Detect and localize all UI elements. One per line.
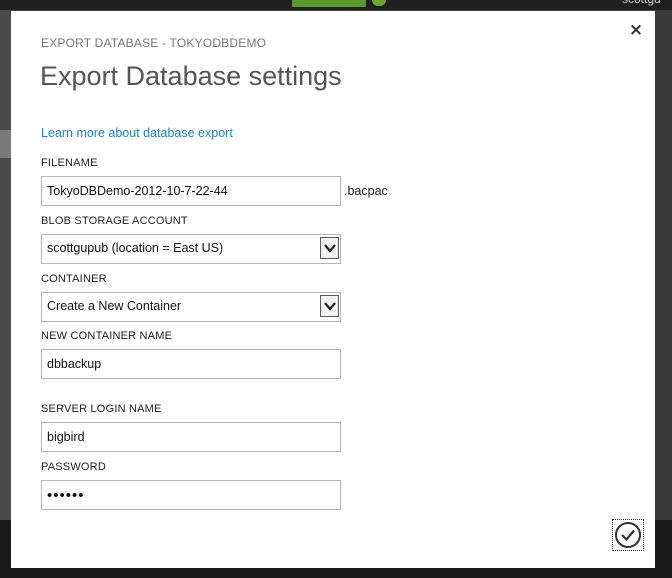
export-database-dialog: × EXPORT DATABASE - TOKYODBDEMO Export D…: [11, 11, 655, 568]
background-user-name: scottgu: [622, 0, 661, 6]
password-label: PASSWORD: [41, 461, 106, 473]
blob-storage-account-select[interactable]: scottgupub (location = East US): [41, 234, 341, 264]
background-green-button: [292, 0, 366, 7]
background-left-strip: [0, 130, 11, 158]
blob-storage-account-label: BLOB STORAGE ACCOUNT: [41, 215, 188, 227]
dialog-subtitle: EXPORT DATABASE - TOKYODBDEMO: [41, 36, 267, 50]
filename-suffix: .bacpac: [344, 184, 388, 198]
filename-field-container: [41, 176, 341, 206]
chevron-down-icon[interactable]: [320, 295, 339, 317]
filename-label: FILENAME: [41, 157, 98, 169]
new-container-name-input[interactable]: [42, 350, 327, 378]
checkmark-icon: [615, 522, 641, 548]
container-select[interactable]: Create a New Container: [41, 292, 341, 322]
new-container-name-label: NEW CONTAINER NAME: [41, 330, 173, 342]
container-value: Create a New Container: [47, 299, 182, 313]
chevron-down-icon[interactable]: [320, 237, 339, 259]
learn-more-link[interactable]: Learn more about database export: [41, 126, 233, 140]
background-right-panel: [655, 10, 672, 520]
container-label: CONTAINER: [41, 273, 107, 285]
password-field-container: [41, 480, 341, 510]
dialog-title: Export Database settings: [40, 61, 342, 91]
server-login-name-label: SERVER LOGIN NAME: [41, 403, 162, 415]
server-login-name-input[interactable]: [42, 423, 327, 451]
close-icon[interactable]: ×: [627, 21, 645, 39]
filename-input[interactable]: [42, 177, 327, 205]
new-container-name-field-container: [41, 349, 341, 379]
server-login-name-field-container: [41, 422, 341, 452]
blob-storage-account-value: scottgupub (location = East US): [47, 241, 224, 255]
password-input[interactable]: [42, 481, 327, 509]
confirm-button[interactable]: [612, 519, 644, 551]
